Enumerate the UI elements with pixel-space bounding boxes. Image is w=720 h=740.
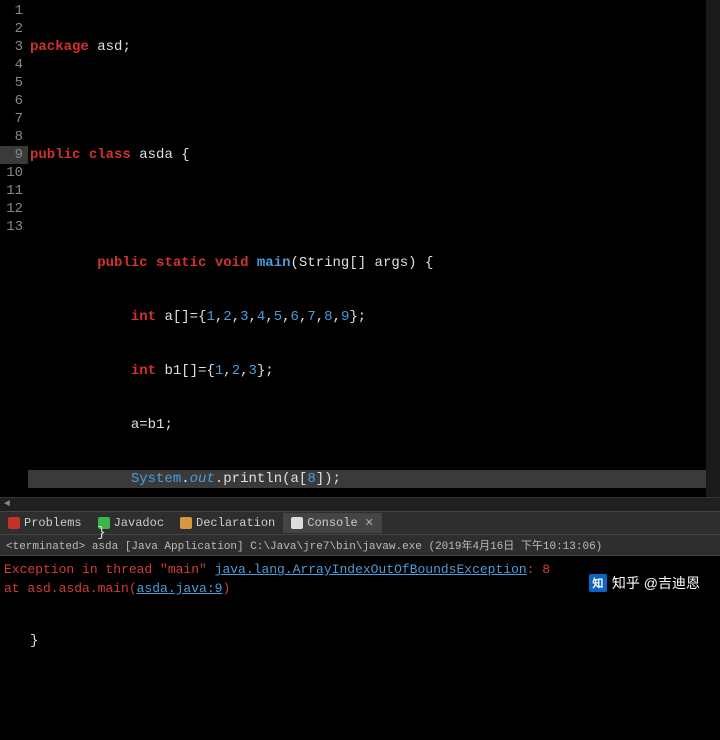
code-line[interactable]: int b1[]={1,2,3}; <box>28 362 720 380</box>
code-line[interactable]: package asd; <box>28 38 720 56</box>
code-line[interactable]: a=b1; <box>28 416 720 434</box>
code-line[interactable] <box>28 686 720 704</box>
code-area[interactable]: package asd; public class asda { public … <box>28 0 720 497</box>
scroll-left-icon[interactable]: ◄ <box>0 498 14 512</box>
line-gutter: 123 456 78 9 101112 13 <box>0 0 28 497</box>
watermark: 知 知乎 @吉迪恩 <box>589 573 700 593</box>
code-line[interactable] <box>28 92 720 110</box>
code-line[interactable]: int a[]={1,2,3,4,5,6,7,8,9}; <box>28 308 720 326</box>
vertical-scrollbar[interactable] <box>706 0 720 497</box>
code-editor[interactable]: 123 456 78 9 101112 13 package asd; publ… <box>0 0 720 497</box>
code-line[interactable]: public class asda { <box>28 146 720 164</box>
code-line[interactable]: } <box>28 524 720 542</box>
code-line[interactable] <box>28 200 720 218</box>
code-line[interactable]: public static void main(String[] args) { <box>28 254 720 272</box>
watermark-text: 知乎 @吉迪恩 <box>612 573 700 593</box>
zhihu-icon: 知 <box>589 574 607 592</box>
code-line-highlighted[interactable]: System.out.println(a[8]); <box>28 470 720 488</box>
code-line[interactable]: } <box>28 632 720 650</box>
problems-icon <box>8 517 20 529</box>
